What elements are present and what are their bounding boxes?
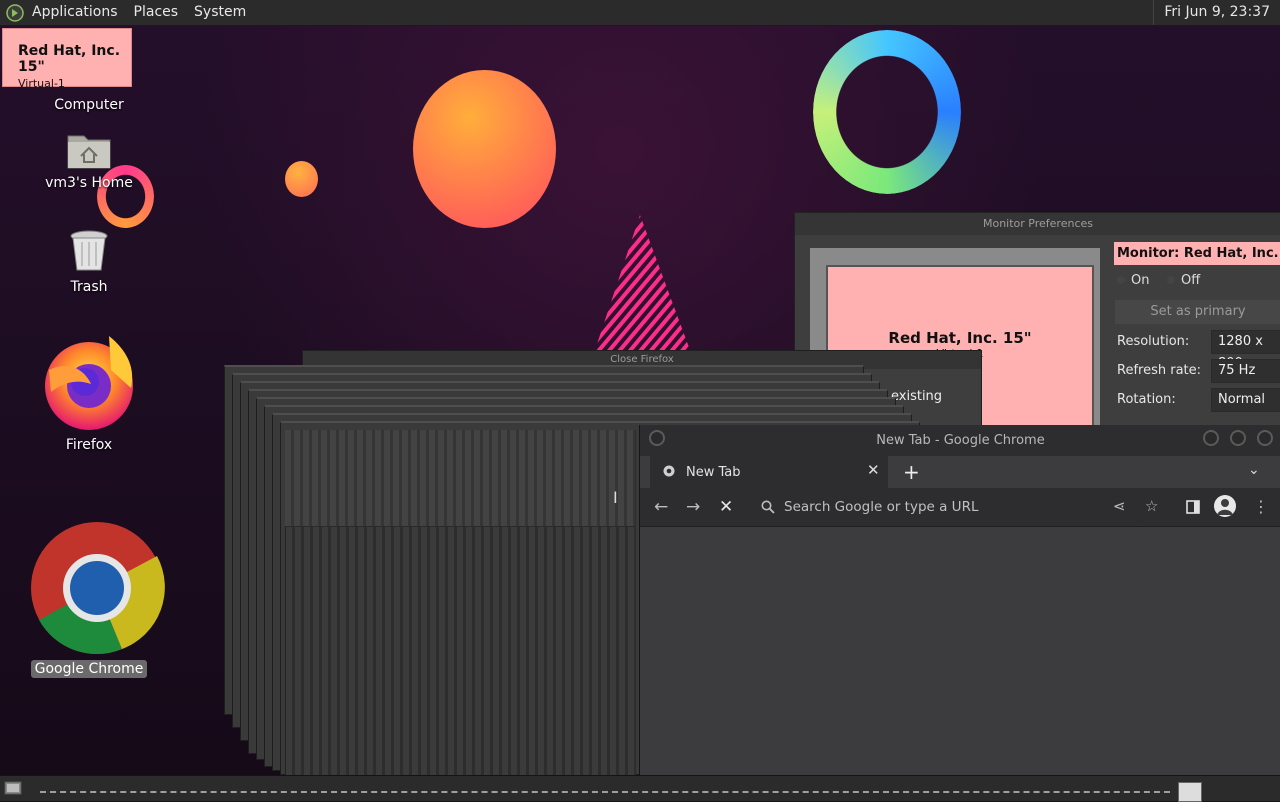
- clock[interactable]: Fri Jun 9, 23:37: [1153, 0, 1280, 25]
- menu-applications[interactable]: Applications: [24, 0, 126, 25]
- monitor-identification-label: Red Hat, Inc. 15" Virtual-1: [2, 28, 132, 90]
- omnibox[interactable]: Search Google or type a URL: [751, 492, 1151, 522]
- set-as-primary-button[interactable]: Set as primary: [1115, 300, 1280, 324]
- wallpaper-triangle: [595, 215, 690, 350]
- top-panel: Applications Places System Fri Jun 9, 23…: [0, 0, 1280, 26]
- desktop-icon-home[interactable]: vm3's Home: [29, 130, 149, 192]
- omnibox-placeholder: Search Google or type a URL: [784, 499, 979, 515]
- stop-loading-icon[interactable]: ✕: [719, 497, 733, 517]
- forward-arrow-icon[interactable]: →: [686, 497, 700, 517]
- desktop-icon-trash[interactable]: Trash: [29, 228, 149, 296]
- chrome-favicon-icon: [663, 465, 675, 477]
- show-desktop-icon[interactable]: [4, 780, 22, 796]
- chrome-toolbar: ← → ✕ Search Google or type a URL ⋖ ☆ ⋮: [640, 488, 1280, 527]
- chrome-window: New Tab - Google Chrome New Tab ✕ + ⌄ ← …: [639, 425, 1280, 775]
- desktop-icon-label: vm3's Home: [45, 175, 133, 191]
- close-icon[interactable]: [1257, 430, 1273, 446]
- desktop-icon-chrome[interactable]: Google Chrome: [29, 520, 165, 678]
- chrome-icon: [31, 522, 165, 655]
- window-menu-icon[interactable]: [649, 430, 665, 446]
- desktop-icon-label: Google Chrome: [30, 660, 148, 678]
- home-folder-icon: [67, 135, 111, 169]
- tab-close-icon[interactable]: ✕: [867, 461, 880, 479]
- window-title: New Tab - Google Chrome: [876, 433, 1045, 448]
- dialog-message-fragment: existing: [891, 389, 943, 404]
- chrome-titlebar[interactable]: New Tab - Google Chrome: [640, 425, 1280, 456]
- monitor-label-connector: Virtual-1: [18, 77, 65, 90]
- side-panel-icon[interactable]: [1186, 500, 1200, 514]
- wallpaper-ring: [813, 30, 961, 194]
- on-label: On: [1131, 273, 1150, 288]
- wallpaper-small-circle: [285, 161, 318, 197]
- desktop-icon-label: Computer: [54, 97, 124, 113]
- menu-system[interactable]: System: [186, 0, 254, 25]
- bookmark-star-icon[interactable]: ☆: [1145, 497, 1158, 515]
- desktop-icon-label: Trash: [70, 279, 108, 295]
- kebab-menu-icon[interactable]: ⋮: [1253, 497, 1269, 516]
- on-radio[interactable]: On: [1117, 273, 1149, 288]
- workspace-switcher[interactable]: [1178, 782, 1202, 802]
- back-arrow-icon[interactable]: ←: [654, 497, 668, 517]
- profile-avatar-icon[interactable]: [1214, 495, 1236, 517]
- off-radio[interactable]: Off: [1167, 273, 1200, 288]
- distro-logo-icon[interactable]: [6, 3, 24, 22]
- refresh-rate-select[interactable]: 75 Hz: [1211, 359, 1280, 383]
- preview-monitor-name: Red Hat, Inc. 15": [888, 329, 1032, 347]
- text-cursor-icon: I: [613, 488, 618, 507]
- menu-places[interactable]: Places: [126, 0, 187, 25]
- new-tab-plus-icon[interactable]: +: [903, 460, 920, 484]
- desktop-icon-firefox[interactable]: Firefox: [29, 330, 149, 454]
- tab-label: New Tab: [686, 465, 741, 480]
- search-icon: [761, 500, 775, 514]
- monitor-label-name: Red Hat, Inc. 15": [18, 43, 121, 75]
- resolution-select[interactable]: 1280 x 800: [1211, 330, 1280, 371]
- off-label: Off: [1181, 273, 1201, 288]
- rotation-label: Rotation:: [1117, 392, 1176, 407]
- desktop-icon-label: Firefox: [65, 437, 113, 453]
- ghost-window-stripes-header: [285, 430, 635, 527]
- firefox-icon: [45, 336, 133, 430]
- share-icon[interactable]: ⋖: [1113, 497, 1126, 515]
- radio-indicator: [1167, 276, 1175, 284]
- wallpaper-orange-circle: [413, 70, 556, 228]
- trash-icon: [70, 230, 108, 271]
- monitor-heading: Monitor: Red Hat, Inc. 15": [1114, 242, 1280, 265]
- maximize-icon[interactable]: [1230, 430, 1246, 446]
- taskbar-window-list[interactable]: [40, 791, 1170, 795]
- bottom-panel: [0, 775, 1280, 802]
- rotation-select[interactable]: Normal: [1211, 388, 1280, 412]
- tab-search-chevron-icon[interactable]: ⌄: [1248, 462, 1260, 478]
- refresh-rate-label: Refresh rate:: [1117, 363, 1202, 378]
- minimize-icon[interactable]: [1203, 430, 1219, 446]
- tab-new-tab[interactable]: New Tab ✕: [650, 456, 888, 488]
- radio-indicator: [1117, 276, 1125, 284]
- window-title: Monitor Preferences: [795, 213, 1280, 235]
- resolution-label: Resolution:: [1117, 334, 1190, 349]
